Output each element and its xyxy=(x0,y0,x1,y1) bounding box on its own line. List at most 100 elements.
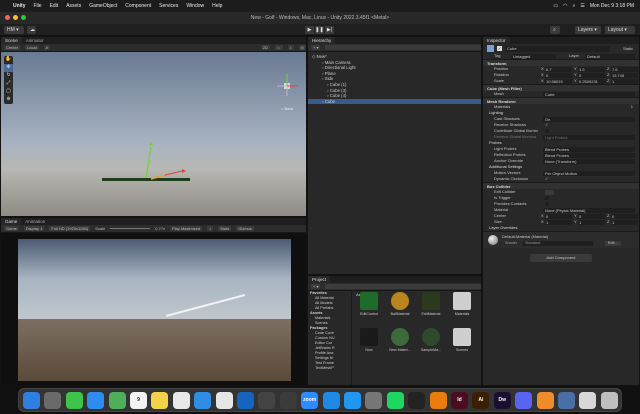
chrome-icon[interactable] xyxy=(215,392,233,409)
active-checkbox[interactable]: ✓ xyxy=(497,46,502,51)
account-button[interactable]: HM ▾ xyxy=(4,26,24,34)
pause-button[interactable]: ❚❚ xyxy=(315,26,324,34)
books-icon[interactable] xyxy=(536,392,554,409)
safari-icon[interactable] xyxy=(194,392,212,409)
github-icon[interactable] xyxy=(408,392,426,409)
anchor-field[interactable]: None (Transform) xyxy=(543,158,635,164)
value-field-z[interactable]: 0 xyxy=(611,213,638,219)
value-field-y[interactable]: 0 xyxy=(578,72,605,78)
mesh-renderer-header[interactable]: Mesh Renderer xyxy=(483,97,639,104)
app-store-icon[interactable] xyxy=(344,392,361,409)
contacts-checkbox[interactable] xyxy=(545,202,549,206)
add-component-button[interactable]: Add Component xyxy=(530,254,592,262)
asset-item[interactable]: EditControl xyxy=(358,292,380,316)
zoom-icon[interactable]: zoom xyxy=(301,392,319,409)
outlook-icon[interactable] xyxy=(237,392,254,409)
tab-hierarchy[interactable]: Hierarchy xyxy=(308,37,336,44)
tab-animator[interactable]: Animator xyxy=(22,37,48,44)
asset-item[interactable]: SampleMa... xyxy=(420,328,442,352)
box-collider-header[interactable]: Box Collider xyxy=(483,182,639,189)
value-field-z[interactable]: 1 xyxy=(611,219,638,225)
vscode-icon[interactable] xyxy=(322,392,340,409)
audio-toggle-icon[interactable]: ♪ xyxy=(287,45,294,50)
calendar-icon[interactable]: 9 xyxy=(130,392,147,409)
notes-icon[interactable] xyxy=(151,392,169,409)
occlusion-checkbox[interactable]: ✓ xyxy=(545,176,548,182)
game-view-dropdown[interactable]: Game xyxy=(4,226,19,231)
value-field-y[interactable]: 1 xyxy=(578,219,605,225)
dreamweaver-icon[interactable]: Dw xyxy=(493,392,511,409)
value-field-x[interactable]: 0 xyxy=(545,72,572,78)
wifi-icon[interactable]: ◠ xyxy=(563,3,567,9)
value-field-z[interactable]: 1 xyxy=(611,78,638,84)
messages-icon[interactable] xyxy=(65,392,83,409)
launchpad-icon[interactable] xyxy=(44,392,62,409)
menu-window[interactable]: Window xyxy=(186,3,204,9)
cast-shadows-dropdown[interactable]: On xyxy=(543,116,635,122)
menu-file[interactable]: File xyxy=(34,3,42,9)
tab-inspector[interactable]: Inspector xyxy=(483,37,510,44)
step-button[interactable]: ▶| xyxy=(325,26,334,34)
indesign-icon[interactable]: Id xyxy=(451,392,468,409)
asset-item[interactable]: New Materi... xyxy=(389,328,411,352)
grid-snap-icon[interactable]: # xyxy=(43,45,50,50)
layers-dropdown[interactable]: Layers ▾ xyxy=(575,26,601,34)
downloads-icon[interactable] xyxy=(579,392,597,409)
close-window-button[interactable] xyxy=(5,15,10,20)
menu-component[interactable]: Component xyxy=(125,3,151,9)
unity-icon[interactable] xyxy=(258,392,276,409)
is-trigger-checkbox[interactable] xyxy=(545,196,549,200)
maps-icon[interactable] xyxy=(108,392,126,409)
project-add-button[interactable]: + ▾ xyxy=(311,284,321,289)
shader-edit-button[interactable]: Edit... xyxy=(605,240,621,246)
system-settings-icon[interactable] xyxy=(365,392,383,409)
game-view[interactable] xyxy=(1,233,306,385)
menubar-datetime[interactable]: Mon Dec 9 3:18 PM xyxy=(590,3,634,9)
search-icon[interactable]: ⌕ xyxy=(573,3,576,9)
value-field-x[interactable]: 6.7 xyxy=(545,66,572,72)
tab-animation[interactable]: Animation xyxy=(21,218,49,225)
menu-services[interactable]: Services xyxy=(159,3,178,9)
zoom-window-button[interactable] xyxy=(21,15,26,20)
search-toolbar-icon[interactable]: ⌕ xyxy=(550,26,560,34)
blender-icon[interactable] xyxy=(429,392,447,409)
asset-item[interactable]: EditMaterial xyxy=(420,292,442,316)
asset-item[interactable]: Materials xyxy=(451,292,473,316)
illustrator-icon[interactable]: Ai xyxy=(472,392,490,409)
tab-game[interactable]: Game xyxy=(1,218,22,225)
stats-toggle[interactable]: Stats xyxy=(218,226,232,231)
object-name-field[interactable]: Cube xyxy=(505,45,610,52)
scale-tool-icon[interactable]: ⤢ xyxy=(4,80,13,88)
light-probes-dropdown[interactable]: Blend Probes xyxy=(543,146,635,152)
project-search-input[interactable] xyxy=(325,284,481,289)
rect-tool-icon[interactable]: ▢ xyxy=(4,88,13,96)
lighting-toggle-icon[interactable]: ☼ xyxy=(274,45,283,50)
discord-icon[interactable] xyxy=(515,392,533,409)
mesh-field[interactable]: Cube xyxy=(543,91,635,97)
hand-tool-icon[interactable]: ✋ xyxy=(4,56,13,64)
materials-row[interactable]: Materials 1 xyxy=(483,104,639,110)
rotate-tool-icon[interactable]: ↻ xyxy=(4,72,13,80)
scale-slider[interactable] xyxy=(110,228,151,229)
display-dropdown[interactable]: Display 1 xyxy=(23,226,45,231)
tab-scene[interactable]: Scene xyxy=(1,37,22,44)
layout-dropdown[interactable]: Layout ▾ xyxy=(605,26,635,34)
preview-icon[interactable] xyxy=(558,392,575,409)
hierarchy-add-button[interactable]: + ▾ xyxy=(311,45,321,50)
cloud-icon[interactable]: ☁ xyxy=(27,26,36,34)
value-field-y[interactable]: 0 xyxy=(578,213,605,219)
minimize-window-button[interactable] xyxy=(13,15,18,20)
trash-icon[interactable] xyxy=(600,392,618,409)
value-field-z[interactable]: 15.745 xyxy=(611,72,638,78)
play-mode-dropdown[interactable]: Play Maximized xyxy=(170,226,203,231)
reflection-probes-dropdown[interactable]: Blend Probes xyxy=(543,152,635,158)
edit-collider-button[interactable] xyxy=(545,189,554,195)
shader-dropdown[interactable]: Standard xyxy=(523,240,593,246)
value-field-y[interactable]: 0.2509231 xyxy=(578,78,605,84)
gizmos-toggle-icon[interactable]: ◎ xyxy=(298,45,306,50)
unity-hub-icon[interactable] xyxy=(279,392,297,409)
material-name[interactable]: Default-Material (Material) xyxy=(502,234,548,239)
space-dropdown[interactable]: Local xyxy=(25,45,39,50)
project-tree-item[interactable]: TextMeshP xyxy=(310,366,351,371)
asset-item[interactable]: Scenes xyxy=(451,328,473,352)
